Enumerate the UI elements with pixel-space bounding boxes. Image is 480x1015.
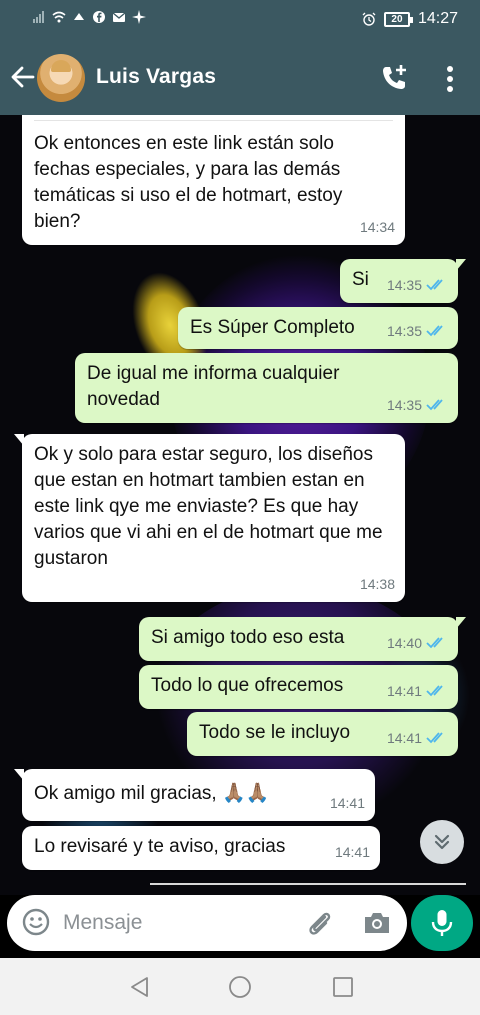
read-ticks-icon bbox=[426, 732, 443, 744]
scroll-down-button[interactable] bbox=[420, 820, 464, 864]
message-time: 14:35 bbox=[386, 397, 422, 413]
status-icons-right: 20 14:27 bbox=[362, 10, 458, 28]
system-nav-bar bbox=[0, 958, 480, 1015]
message-meta: 14:35 bbox=[387, 318, 448, 344]
status-icons-left bbox=[32, 10, 146, 24]
alarm-icon bbox=[362, 12, 376, 26]
message-time: 14:38 bbox=[359, 576, 395, 592]
message-meta: 14:38 bbox=[360, 571, 395, 597]
clock: 14:27 bbox=[417, 10, 458, 27]
message-meta: 14:41 bbox=[387, 725, 448, 751]
message-time: 14:34 bbox=[359, 219, 395, 235]
mic-icon bbox=[431, 910, 453, 936]
avatar-hat-shape bbox=[51, 60, 71, 72]
signal-icon bbox=[33, 11, 44, 23]
message-meta: 14:40 bbox=[387, 630, 448, 656]
add-call-icon[interactable] bbox=[378, 62, 410, 94]
more-options-icon[interactable] bbox=[440, 64, 460, 94]
message-outgoing[interactable]: Todo lo que ofrecemos 14:41 bbox=[139, 665, 458, 709]
message-meta: 14:35 bbox=[387, 392, 448, 418]
emoji-icon[interactable] bbox=[21, 907, 51, 937]
message-time: 14:41 bbox=[386, 683, 422, 699]
message-time: 14:40 bbox=[386, 635, 422, 651]
mail-icon bbox=[112, 12, 126, 22]
message-text: Lo revisaré y te aviso, gracias bbox=[34, 836, 286, 857]
message-outgoing[interactable]: Si 14:35 bbox=[340, 259, 466, 303]
message-outgoing[interactable]: Si amigo todo eso esta 14:40 bbox=[139, 617, 466, 661]
read-ticks-icon bbox=[426, 637, 443, 649]
battery-level: 20 bbox=[391, 13, 403, 25]
message-time: 14:35 bbox=[386, 323, 422, 339]
battery-indicator: 20 bbox=[383, 11, 413, 27]
read-ticks-icon bbox=[426, 399, 443, 411]
message-meta: 14:41 bbox=[387, 678, 448, 704]
composer bbox=[0, 895, 480, 955]
message-outgoing[interactable]: Es Súper Completo 14:35 bbox=[178, 307, 458, 349]
read-ticks-icon bbox=[426, 325, 443, 337]
quoted-message-strip bbox=[34, 115, 393, 121]
nav-recent-icon[interactable] bbox=[332, 976, 354, 998]
message-incoming[interactable]: Ok y solo para estar seguro, los diseños… bbox=[14, 434, 405, 602]
message-meta: 14:34 bbox=[360, 214, 395, 240]
chat-header: Luis Vargas bbox=[0, 40, 480, 115]
sparkle-icon bbox=[132, 10, 146, 24]
attach-icon[interactable] bbox=[303, 907, 335, 939]
message-outgoing[interactable]: Todo se le incluyo 14:41 bbox=[187, 712, 458, 756]
status-bar: 20 14:27 bbox=[0, 0, 480, 40]
message-input[interactable] bbox=[63, 907, 283, 939]
message-time: 14:41 bbox=[386, 730, 422, 746]
message-time: 14:41 bbox=[334, 844, 370, 860]
notification-icon bbox=[74, 13, 84, 20]
facebook-icon bbox=[93, 11, 105, 23]
message-outgoing[interactable]: De igual me informa cualquier novedad 14… bbox=[75, 353, 458, 423]
camera-icon[interactable] bbox=[361, 907, 393, 939]
wifi-icon bbox=[52, 11, 66, 23]
message-meta: 14:41 bbox=[335, 839, 370, 865]
message-incoming[interactable]: Ok entonces en este link están solo fech… bbox=[22, 115, 405, 245]
back-arrow-icon[interactable] bbox=[8, 62, 38, 92]
message-text: Ok y solo para estar seguro, los diseños… bbox=[34, 444, 383, 569]
read-ticks-icon bbox=[426, 685, 443, 697]
message-text: Ok entonces en este link están solo fech… bbox=[34, 133, 343, 232]
nav-home-icon[interactable] bbox=[228, 975, 252, 999]
chat-area[interactable]: Ok entonces en este link están solo fech… bbox=[0, 115, 480, 895]
message-incoming[interactable]: Lo revisaré y te aviso, gracias 14:41 bbox=[22, 826, 380, 870]
message-incoming[interactable]: Ok amigo mil gracias, 🙏🏽🙏🏽 14:41 bbox=[14, 769, 375, 821]
mic-button[interactable] bbox=[411, 895, 473, 951]
nav-back-icon[interactable] bbox=[128, 975, 150, 999]
contact-name[interactable]: Luis Vargas bbox=[96, 65, 216, 89]
read-ticks-icon bbox=[426, 279, 443, 291]
message-meta: 14:35 bbox=[387, 272, 448, 298]
message-input-pill[interactable] bbox=[7, 895, 407, 951]
divider bbox=[150, 883, 466, 885]
message-text: Ok amigo mil gracias, 🙏🏽🙏🏽 bbox=[34, 783, 270, 804]
message-time: 14:35 bbox=[386, 277, 422, 293]
message-time: 14:41 bbox=[329, 795, 365, 811]
message-meta: 14:41 bbox=[330, 790, 365, 816]
scroll-down-icon bbox=[434, 834, 450, 850]
message-text: De igual me informa cualquier novedad bbox=[87, 363, 340, 410]
avatar[interactable] bbox=[37, 54, 85, 102]
